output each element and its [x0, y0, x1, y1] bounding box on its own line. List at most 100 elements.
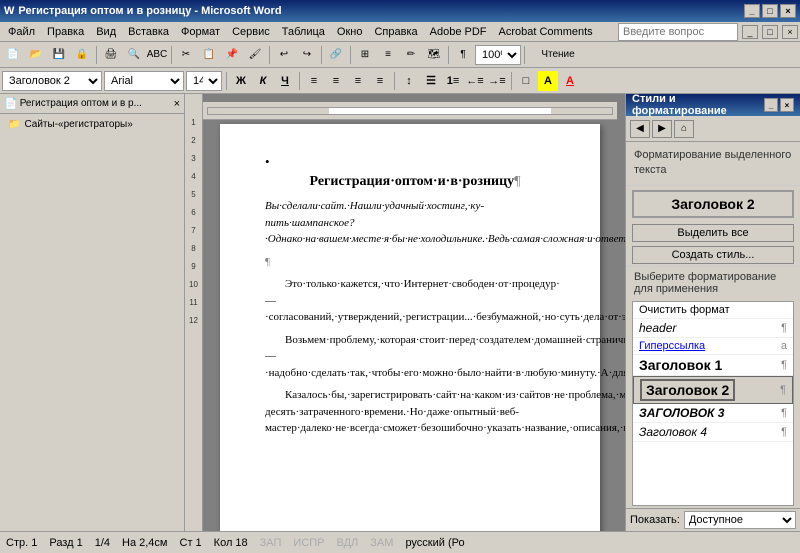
zoom-select[interactable]: 100% — [475, 45, 521, 65]
page-para-empty: ¶ — [265, 254, 565, 271]
align-center-button[interactable]: ≡ — [326, 71, 346, 91]
menu-adobe[interactable]: Adobe PDF — [424, 24, 493, 40]
bullets-button[interactable]: ☰ — [421, 71, 441, 91]
menu-restore[interactable]: □ — [762, 25, 778, 39]
create-style-button[interactable]: Создать стиль... — [632, 246, 794, 264]
redo-button[interactable]: ↪ — [296, 44, 318, 66]
doc-map-button[interactable]: 🗺 — [423, 44, 445, 66]
cut-button[interactable]: ✂ — [175, 44, 197, 66]
minimize-button[interactable]: _ — [744, 4, 760, 18]
menu-close[interactable]: × — [782, 25, 798, 39]
help-input[interactable] — [618, 23, 738, 41]
decrease-indent-button[interactable]: ←≡ — [465, 71, 485, 91]
spellcheck-button[interactable]: ABC — [146, 44, 168, 66]
bold-button[interactable]: Ж — [231, 71, 251, 91]
menu-table[interactable]: Таблица — [276, 24, 331, 40]
style-item-h1[interactable]: Заголовок 1 ¶ — [633, 355, 793, 376]
menu-edit[interactable]: Правка — [41, 24, 90, 40]
doc-panel-title: Регистрация оптом и в р... — [20, 98, 142, 109]
paste-button[interactable]: 📌 — [221, 44, 243, 66]
show-bar: Показать: Доступное — [626, 508, 800, 531]
style-h3-label: ЗАГОЛОВОК 3 — [639, 406, 724, 420]
styles-close[interactable]: × — [780, 98, 794, 112]
permission-button[interactable]: 🔒 — [71, 44, 93, 66]
styles-tool-1[interactable]: ◀ — [630, 120, 650, 138]
table-button[interactable]: ⊞ — [354, 44, 376, 66]
menu-minimize[interactable]: _ — [742, 25, 758, 39]
ruler-6: 6 — [185, 204, 202, 222]
ruler-side: 1 2 3 4 5 6 7 8 9 10 11 12 — [185, 94, 203, 531]
styles-header-controls[interactable]: _ × — [764, 98, 794, 112]
numbering-button[interactable]: 1≡ — [443, 71, 463, 91]
align-left-button[interactable]: ≡ — [304, 71, 324, 91]
menu-insert[interactable]: Вставка — [122, 24, 175, 40]
save-button[interactable]: 💾 — [48, 44, 70, 66]
styles-list[interactable]: Очистить формат header ¶ Гиперссылка a З… — [632, 301, 794, 506]
styles-tool-home[interactable]: ⌂ — [674, 120, 694, 138]
styles-minimize[interactable]: _ — [764, 98, 778, 112]
doc-folder-icon: 📄 — [4, 97, 18, 110]
sep3 — [269, 46, 270, 64]
menu-file[interactable]: Файл — [2, 24, 41, 40]
styles-heading2-box[interactable]: Заголовок 2 — [632, 190, 794, 218]
title-bar-controls[interactable]: _ □ × — [744, 4, 796, 18]
font-select[interactable]: Arial — [104, 71, 184, 91]
underline-button[interactable]: Ч — [275, 71, 295, 91]
preview-button[interactable]: 🔍 — [123, 44, 145, 66]
undo-button[interactable]: ↩ — [273, 44, 295, 66]
new-button[interactable]: 📄 — [2, 44, 24, 66]
top-ruler — [203, 102, 617, 120]
link-button[interactable]: 🔗 — [325, 44, 347, 66]
outside-border-button[interactable]: □ — [516, 71, 536, 91]
menu-view[interactable]: Вид — [90, 24, 122, 40]
align-right-button[interactable]: ≡ — [348, 71, 368, 91]
align-justify-button[interactable]: ≡ — [370, 71, 390, 91]
style-item-hyperlink[interactable]: Гиперссылка a — [633, 338, 793, 355]
select-all-button[interactable]: Выделить все — [632, 224, 794, 242]
increase-indent-button[interactable]: →≡ — [487, 71, 507, 91]
style-select[interactable]: Заголовок 2 — [2, 71, 102, 91]
format-painter-button[interactable]: 🖌 — [244, 44, 266, 66]
close-button[interactable]: × — [780, 4, 796, 18]
ruler-9: 9 — [185, 258, 202, 276]
status-section: Разд 1 — [49, 537, 82, 549]
menu-help[interactable]: Справка — [368, 24, 423, 40]
style-hyperlink-label: Гиперссылка — [639, 340, 705, 352]
ruler-3: 3 — [185, 150, 202, 168]
highlight-button[interactable]: A — [538, 71, 558, 91]
menu-acrobat[interactable]: Acrobat Comments — [493, 24, 599, 40]
print-button[interactable]: 🖨 — [100, 44, 122, 66]
ruler-2: 2 — [185, 132, 202, 150]
reading-button[interactable]: Чтение — [528, 44, 588, 66]
style-item-h4[interactable]: Заголовок 4 ¶ — [633, 423, 793, 442]
window-title: Регистрация оптом и в розницу - Microsof… — [18, 5, 281, 17]
size-select[interactable]: 14 — [186, 71, 222, 91]
open-button[interactable]: 📂 — [25, 44, 47, 66]
menu-tools[interactable]: Сервис — [226, 24, 276, 40]
style-item-header[interactable]: header ¶ — [633, 319, 793, 338]
style-item-h3[interactable]: ЗАГОЛОВОК 3 ¶ — [633, 404, 793, 423]
styles-header: Стили и форматирование _ × — [626, 94, 800, 116]
styles-tool-2[interactable]: ▶ — [652, 120, 672, 138]
menu-format[interactable]: Формат — [175, 24, 226, 40]
italic-button[interactable]: К — [253, 71, 273, 91]
font-color-button[interactable]: A — [560, 71, 580, 91]
doc-item-sites[interactable]: 📁 Сайты-«регистраторы» — [4, 118, 180, 131]
show-all-button[interactable]: ¶ — [452, 44, 474, 66]
main-layout: 📄 Регистрация оптом и в р... × 📁 Сайты-«… — [0, 94, 800, 531]
style-item-h2[interactable]: Заголовок 2 ¶ — [633, 376, 793, 404]
style-h3-pilcrow: ¶ — [781, 407, 787, 419]
style-item-clear[interactable]: Очистить формат — [633, 302, 793, 319]
page-para-1: Вы·сделали·сайт.·Нашли·удачный·хостинг,·… — [265, 198, 565, 248]
drawing-button[interactable]: ✏ — [400, 44, 422, 66]
columns-button[interactable]: ≡ — [377, 44, 399, 66]
menu-window[interactable]: Окно — [331, 24, 369, 40]
doc-panel-close[interactable]: × — [174, 98, 180, 110]
copy-button[interactable]: 📋 — [198, 44, 220, 66]
page-content-area[interactable]: • Регистрация·оптом·и·в·розницу¶ Вы·сдел… — [203, 94, 625, 531]
maximize-button[interactable]: □ — [762, 4, 778, 18]
line-spacing-button[interactable]: ↕ — [399, 71, 419, 91]
fmt-sep3 — [394, 72, 395, 90]
document-page[interactable]: • Регистрация·оптом·и·в·розницу¶ Вы·сдел… — [220, 124, 600, 531]
show-select[interactable]: Доступное — [684, 511, 796, 529]
